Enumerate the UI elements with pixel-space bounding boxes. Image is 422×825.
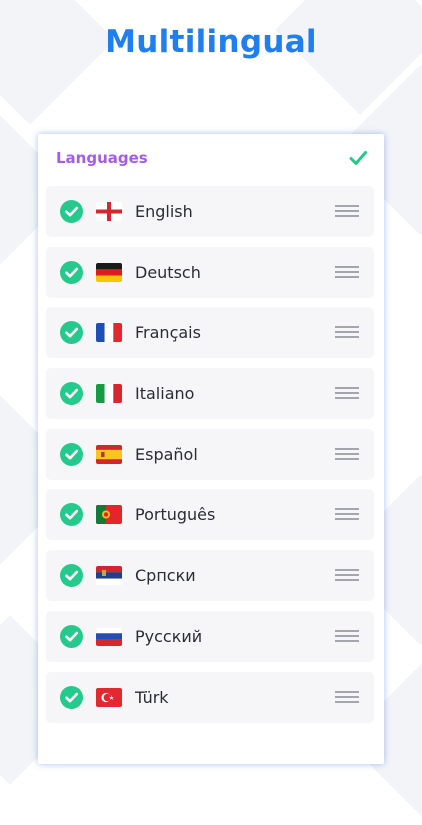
- drag-handle-icon[interactable]: [335, 387, 359, 401]
- language-row-espanol[interactable]: Español: [46, 428, 374, 480]
- drag-handle-icon[interactable]: [335, 569, 359, 583]
- drag-handle-icon[interactable]: [335, 629, 359, 644]
- italy-flag-icon: [96, 384, 122, 404]
- russia-flag-icon: [96, 626, 122, 646]
- card-title: Languages: [56, 149, 148, 167]
- language-row-portugues[interactable]: Português: [46, 489, 374, 541]
- serbia-flag-icon: [96, 566, 122, 586]
- language-label: Српски: [135, 566, 196, 586]
- language-row-italiano[interactable]: Italiano: [46, 368, 374, 420]
- language-row-deutsch[interactable]: Deutsch: [46, 246, 374, 298]
- check-circle-icon[interactable]: [60, 260, 83, 284]
- france-flag-icon: [96, 323, 122, 343]
- page-headline: Multilingual: [105, 24, 317, 60]
- turkey-flag-icon: [96, 687, 122, 707]
- drag-handle-icon[interactable]: [335, 508, 359, 522]
- language-label: Türk: [135, 687, 169, 707]
- check-circle-icon[interactable]: [60, 382, 83, 406]
- background-shape: [0, 0, 115, 125]
- germany-flag-icon: [96, 262, 122, 282]
- drag-handle-icon[interactable]: [335, 326, 359, 340]
- language-label: Italiano: [135, 384, 195, 404]
- language-label: Português: [135, 505, 216, 525]
- language-label: Español: [135, 444, 198, 464]
- drag-handle-icon[interactable]: [335, 447, 359, 462]
- portugal-flag-icon: [96, 505, 122, 525]
- card-header: Languages: [38, 134, 384, 184]
- spain-flag-icon: [96, 444, 122, 464]
- language-row-turk[interactable]: Türk: [46, 671, 374, 723]
- check-circle-icon[interactable]: [60, 503, 83, 527]
- checkmark-icon[interactable]: [348, 148, 368, 168]
- drag-handle-icon[interactable]: [335, 690, 359, 705]
- drag-handle-icon[interactable]: [335, 205, 359, 219]
- check-circle-icon[interactable]: [60, 564, 83, 588]
- language-label: Deutsch: [135, 262, 201, 282]
- england-flag-icon: [96, 202, 122, 221]
- language-label: English: [135, 202, 193, 221]
- language-list: English Deutsch Français Italiano Españo…: [46, 186, 374, 732]
- language-row-english[interactable]: English: [46, 186, 374, 237]
- language-row-francais[interactable]: Français: [46, 307, 374, 359]
- check-circle-icon[interactable]: [60, 685, 83, 709]
- check-circle-icon[interactable]: [60, 321, 83, 345]
- check-circle-icon[interactable]: [60, 442, 83, 466]
- check-circle-icon[interactable]: [60, 200, 83, 223]
- drag-handle-icon[interactable]: [335, 265, 359, 280]
- check-circle-icon[interactable]: [60, 624, 83, 648]
- language-label: Русский: [135, 626, 203, 646]
- language-label: Français: [135, 323, 201, 343]
- language-row-srpski[interactable]: Српски: [46, 550, 374, 602]
- language-row-russkiy[interactable]: Русский: [46, 610, 374, 662]
- languages-card: Languages English Deutsch Français Itali…: [38, 134, 384, 764]
